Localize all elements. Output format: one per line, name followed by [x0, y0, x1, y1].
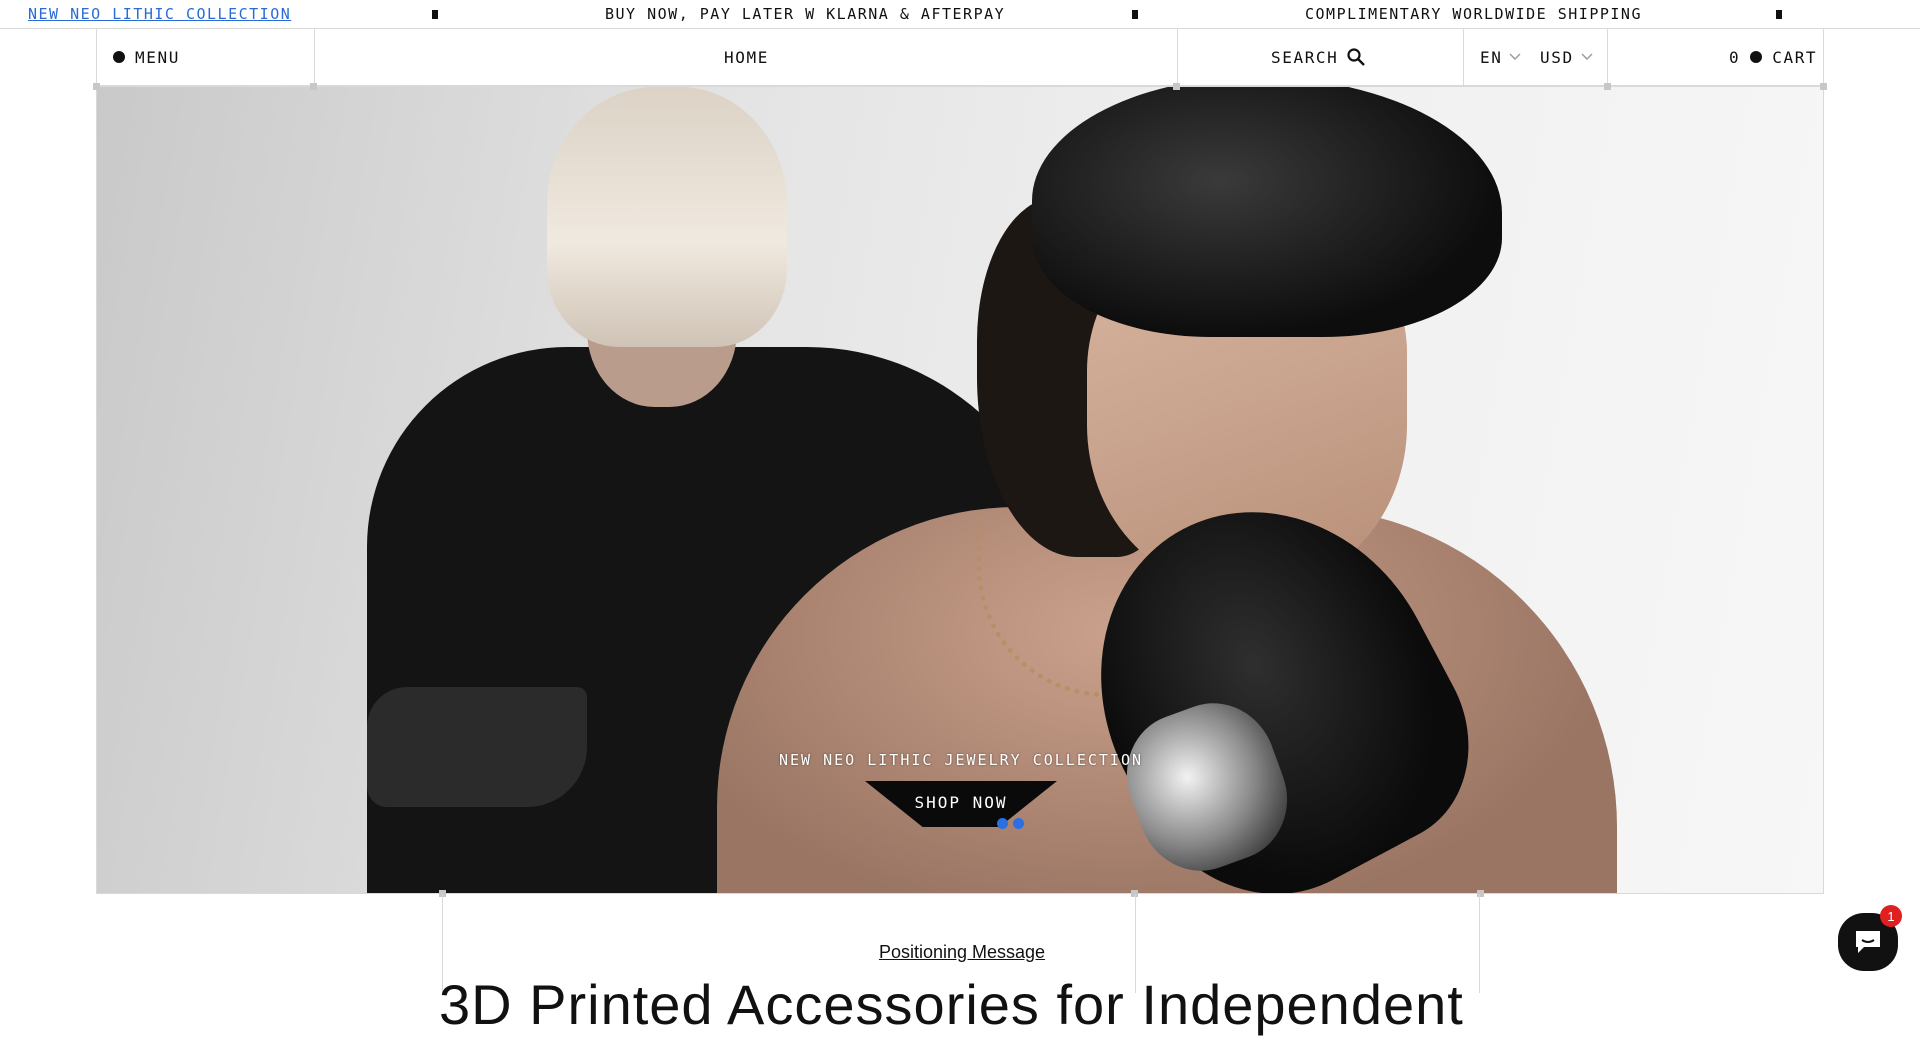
currency-value: USD [1540, 47, 1574, 67]
cart-button[interactable]: 0 CART [1729, 29, 1817, 85]
home-link[interactable]: HOME [724, 29, 769, 85]
menu-label: MENU [135, 47, 180, 67]
announcement-separator [1132, 10, 1138, 19]
announcement-separator [1776, 10, 1782, 19]
cart-count: 0 [1729, 47, 1741, 67]
announcement-separator [432, 10, 438, 19]
slide-dot-1[interactable] [997, 818, 1008, 829]
language-selector[interactable]: EN [1480, 29, 1522, 85]
hero-model-right-hat [1032, 87, 1502, 337]
hero-model-left-hair [547, 87, 787, 347]
chevron-down-icon [1509, 53, 1521, 60]
cart-dot-icon [1750, 51, 1763, 63]
chat-notification-badge: 1 [1880, 905, 1902, 927]
layout-handle [93, 83, 100, 90]
menu-dot-icon [113, 51, 125, 63]
search-icon [1347, 48, 1366, 66]
announcement-shipping-message: COMPLIMENTARY WORLDWIDE SHIPPING [1305, 5, 1642, 23]
search-button[interactable]: SEARCH [1271, 29, 1366, 85]
announcement-klarna-message: BUY NOW, PAY LATER W KLARNA & AFTERPAY [605, 5, 1006, 23]
announcement-collection-link[interactable]: NEW NEO LITHIC COLLECTION [28, 5, 291, 23]
header-divider [1463, 29, 1464, 85]
slide-dot-2[interactable] [1013, 818, 1024, 829]
header-divider [314, 29, 315, 85]
cart-label: CART [1772, 47, 1818, 67]
layout-handle [310, 83, 317, 90]
site-header: MENU HOME SEARCH EN USD 0 CART [96, 29, 1824, 86]
header-divider [1607, 29, 1608, 85]
hero-caption: NEW NEO LITHIC JEWELRY COLLECTION [778, 751, 1143, 769]
intro-section: Positioning Message 3D Printed Accessori… [439, 894, 1481, 1036]
chat-bubble-icon [1856, 931, 1880, 953]
language-value: EN [1480, 47, 1503, 67]
positioning-message-link[interactable]: Positioning Message [443, 942, 1481, 963]
intro-heading: 3D Printed Accessories for Independent [439, 973, 1464, 1036]
announcement-bar: NEW NEO LITHIC COLLECTION BUY NOW, PAY L… [0, 0, 1920, 29]
chevron-down-icon [1581, 53, 1593, 60]
layout-handle [1604, 83, 1611, 90]
header-divider [1177, 29, 1178, 85]
layout-handle [1820, 83, 1827, 90]
search-label: SEARCH [1271, 47, 1339, 67]
layout-handle [1173, 83, 1180, 90]
hero-model-left-glove [367, 687, 587, 807]
hero-slideshow: NEW NEO LITHIC JEWELRY COLLECTION SHOP N… [96, 86, 1824, 894]
menu-button[interactable]: MENU [113, 29, 180, 85]
currency-selector[interactable]: USD [1540, 29, 1594, 85]
slide-indicators [997, 818, 1024, 829]
